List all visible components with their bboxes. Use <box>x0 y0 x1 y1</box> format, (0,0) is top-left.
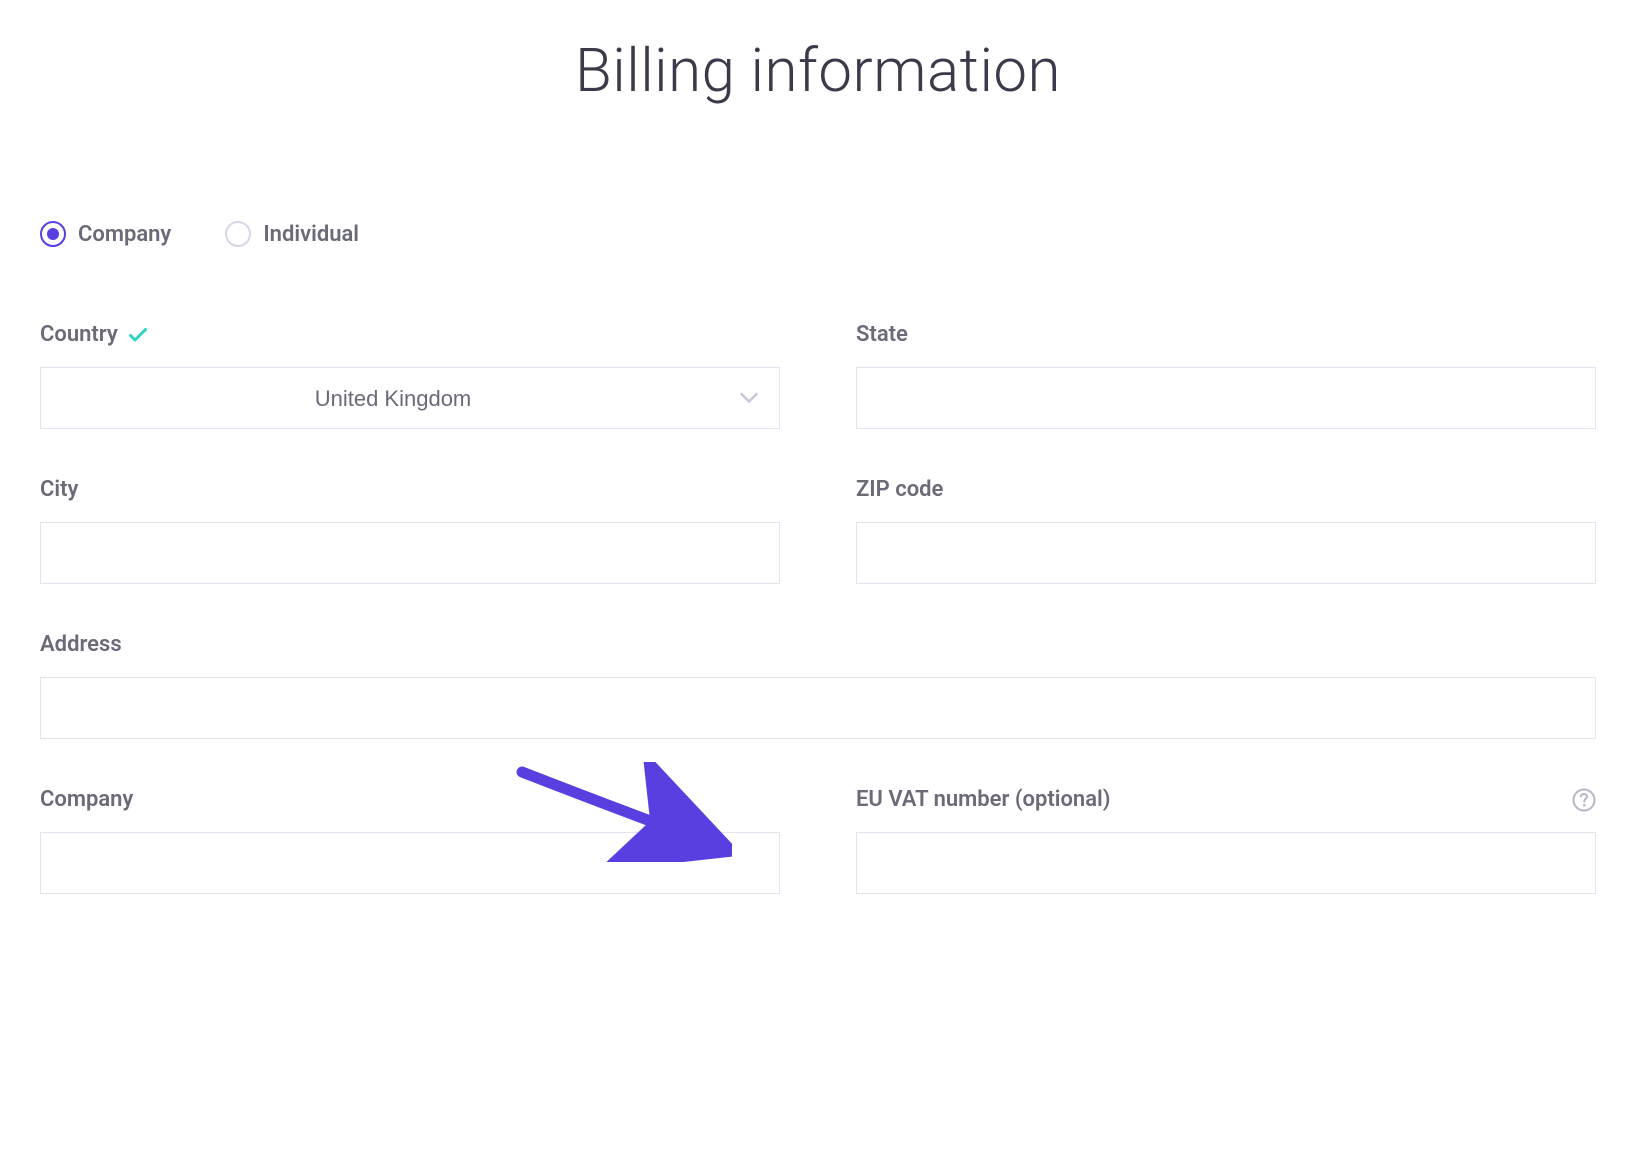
country-select[interactable]: United Kingdom <box>40 367 780 429</box>
radio-circle-icon <box>225 221 251 247</box>
field-zip: ZIP code <box>856 477 1596 584</box>
radio-label-individual: Individual <box>263 222 359 247</box>
address-input[interactable] <box>40 677 1596 739</box>
checkmark-icon <box>128 325 148 345</box>
label-company: Company <box>40 787 133 812</box>
label-vat: EU VAT number (optional) <box>856 787 1110 812</box>
radio-label-company: Company <box>78 222 171 247</box>
field-state: State <box>856 322 1596 429</box>
radio-dot-icon <box>47 228 59 240</box>
city-input[interactable] <box>40 522 780 584</box>
label-city: City <box>40 477 78 502</box>
company-input[interactable] <box>40 832 780 894</box>
field-address: Address <box>40 632 1596 739</box>
label-country: Country <box>40 322 118 347</box>
radio-option-individual[interactable]: Individual <box>225 221 359 247</box>
vat-input[interactable] <box>856 832 1596 894</box>
field-company: Company <box>40 787 780 894</box>
radio-circle-icon <box>40 221 66 247</box>
country-select-wrapper: United Kingdom <box>40 367 780 429</box>
field-city: City <box>40 477 780 584</box>
account-type-radio-group: Company Individual <box>40 221 1596 247</box>
page-title: Billing information <box>40 35 1596 106</box>
radio-option-company[interactable]: Company <box>40 221 171 247</box>
field-country: Country United Kingdom <box>40 322 780 429</box>
state-input[interactable] <box>856 367 1596 429</box>
label-address: Address <box>40 632 122 657</box>
label-zip: ZIP code <box>856 477 943 502</box>
field-vat: EU VAT number (optional) <box>856 787 1596 894</box>
zip-input[interactable] <box>856 522 1596 584</box>
help-icon[interactable] <box>1572 788 1596 812</box>
billing-form-grid: Country United Kingdom State <box>40 322 1596 894</box>
label-state: State <box>856 322 908 347</box>
